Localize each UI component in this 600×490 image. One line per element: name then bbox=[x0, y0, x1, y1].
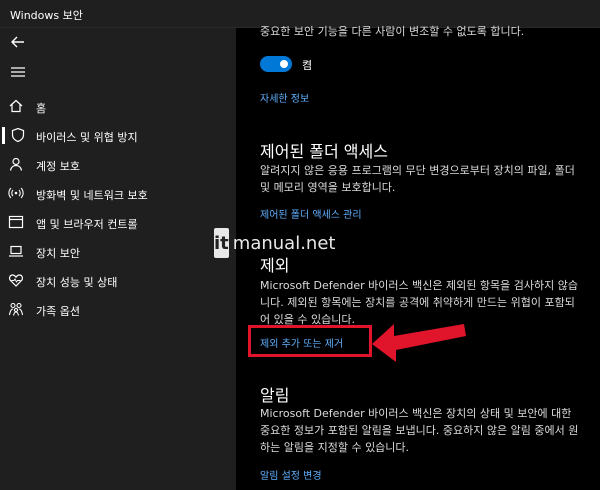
red-arrow-icon bbox=[372, 324, 466, 362]
sidebar-item-label: 바이러스 및 위협 방지 bbox=[36, 131, 138, 144]
sidebar-item-label: 앱 및 브라우저 컨트롤 bbox=[36, 218, 138, 231]
wifi-icon bbox=[8, 187, 24, 199]
more-info-link[interactable]: 자세한 정보 bbox=[260, 90, 309, 105]
browser-icon bbox=[8, 215, 24, 229]
laptop-icon bbox=[9, 245, 23, 257]
back-arrow-icon bbox=[11, 36, 24, 48]
watermark: it manual.net bbox=[214, 227, 336, 259]
toggle-state-label: 켬 bbox=[302, 59, 313, 72]
sidebar-item-app-browser[interactable]: 앱 및 브라우저 컨트롤 bbox=[0, 208, 236, 237]
notifications-heading: 알림 bbox=[260, 386, 290, 405]
notifications-description: Microsoft Defender 바이러스 백신은 장치의 상태 및 보안에… bbox=[260, 407, 579, 454]
home-icon bbox=[9, 99, 23, 113]
add-remove-exclusion-link[interactable]: 제외 추가 또는 제거 bbox=[260, 335, 343, 350]
folder-access-description: 알려지지 않은 응용 프로그램의 무단 변경으로부터 장치의 파일, 폴더 및 … bbox=[260, 164, 575, 194]
watermark-badge: it bbox=[214, 228, 229, 258]
sidebar-item-account[interactable]: 계정 보호 bbox=[0, 150, 236, 179]
sidebar-item-label: 계정 보호 bbox=[36, 160, 80, 173]
sidebar-item-home[interactable]: 홈 bbox=[0, 92, 236, 121]
tamper-description: 중요한 보안 기능을 다른 사람이 변조할 수 없도록 합니다. bbox=[260, 25, 525, 38]
family-icon bbox=[8, 302, 24, 316]
sidebar-nav: 홈 바이러스 및 위협 방지 계정 보호 방화벽 및 네트워크 보호 앱 및 브… bbox=[0, 92, 236, 324]
heart-icon bbox=[9, 274, 23, 287]
sidebar-item-family[interactable]: 가족 옵션 bbox=[0, 295, 236, 324]
folder-access-heading: 제어된 폴더 액세스 bbox=[260, 142, 388, 161]
back-button[interactable] bbox=[8, 32, 28, 52]
sidebar-item-firewall[interactable]: 방화벽 및 네트워크 보호 bbox=[0, 179, 236, 208]
sidebar-item-label: 가족 옵션 bbox=[36, 305, 80, 318]
sidebar: 홈 바이러스 및 위협 방지 계정 보호 방화벽 및 네트워크 보호 앱 및 브… bbox=[0, 28, 236, 490]
tamper-toggle[interactable] bbox=[260, 56, 292, 72]
hamburger-icon bbox=[11, 67, 25, 77]
manage-folder-access-link[interactable]: 제어된 폴더 액세스 관리 bbox=[260, 206, 362, 221]
sidebar-item-virus-protection[interactable]: 바이러스 및 위협 방지 bbox=[0, 121, 236, 150]
watermark-text: manual.net bbox=[232, 232, 336, 254]
person-icon bbox=[9, 157, 23, 171]
active-indicator bbox=[2, 127, 5, 144]
change-notification-settings-link[interactable]: 알림 설정 변경 bbox=[260, 467, 322, 482]
toggle-knob bbox=[280, 60, 288, 68]
window-title: Windows 보안 bbox=[10, 9, 83, 22]
main-content: 중요한 보안 기능을 다른 사람이 변조할 수 없도록 합니다. 켬 자세한 정… bbox=[214, 25, 600, 490]
sidebar-item-device-security[interactable]: 장치 보안 bbox=[0, 237, 236, 266]
sidebar-item-device-health[interactable]: 장치 성능 및 상태 bbox=[0, 266, 236, 295]
sidebar-item-label: 장치 성능 및 상태 bbox=[36, 276, 118, 289]
sidebar-item-label: 홈 bbox=[36, 102, 47, 115]
menu-button[interactable] bbox=[8, 64, 28, 80]
sidebar-item-label: 방화벽 및 네트워크 보호 bbox=[36, 189, 148, 202]
shield-icon bbox=[11, 127, 25, 143]
sidebar-item-label: 장치 보안 bbox=[36, 247, 80, 260]
